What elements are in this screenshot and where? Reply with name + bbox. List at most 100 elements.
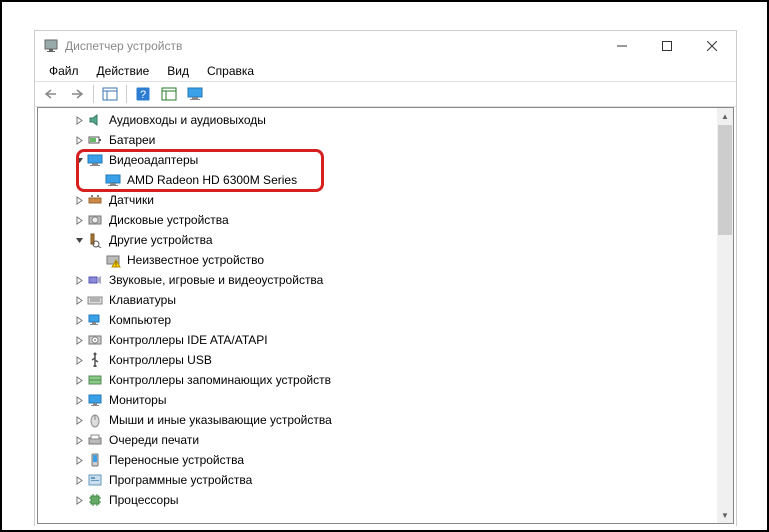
menu-view[interactable]: Вид (159, 62, 197, 80)
outer-frame: Диспетчер устройств Файл Действие Вид Сп… (0, 0, 769, 532)
tree-node[interactable]: AMD Radeon HD 6300M Series (38, 170, 717, 190)
tree-node[interactable]: Процессоры (38, 490, 717, 510)
forward-button[interactable] (65, 83, 89, 105)
maximize-button[interactable] (644, 32, 689, 60)
chevron-right-icon[interactable] (72, 113, 86, 127)
tree-node-label: Программные устройства (107, 473, 254, 487)
menu-help[interactable]: Справка (199, 62, 262, 80)
tree-node[interactable]: ! Неизвестное устройство (38, 250, 717, 270)
tree-node[interactable]: Клавиатуры (38, 290, 717, 310)
help-button[interactable]: ? (131, 83, 155, 105)
scroll-up-button[interactable]: ▲ (717, 108, 733, 124)
usb-icon (87, 352, 103, 368)
media-icon (87, 272, 103, 288)
tree-node[interactable]: Другие устройства (38, 230, 717, 250)
tree-node[interactable]: Очереди печати (38, 430, 717, 450)
tree-node-label: Процессоры (107, 493, 181, 507)
toolbar: ? (35, 81, 736, 107)
expander-placeholder (90, 173, 104, 187)
toolbar-separator (93, 85, 94, 103)
audio-icon (87, 112, 103, 128)
tree-node[interactable]: Контроллеры IDE ATA/ATAPI (38, 330, 717, 350)
expander-placeholder (90, 253, 104, 267)
tree-node-label: AMD Radeon HD 6300M Series (125, 173, 299, 187)
tree-node-label: Очереди печати (107, 433, 201, 447)
software-icon (87, 472, 103, 488)
tree-node-label: Клавиатуры (107, 293, 178, 307)
chevron-down-icon[interactable] (72, 233, 86, 247)
window: Диспетчер устройств Файл Действие Вид Сп… (34, 30, 737, 526)
tree-node[interactable]: Программные устройства (38, 470, 717, 490)
chevron-right-icon[interactable] (72, 453, 86, 467)
menu-file[interactable]: Файл (41, 62, 87, 80)
tree-node-label: Контроллеры USB (107, 353, 214, 367)
tree-node-label: Контроллеры запоминающих устройств (107, 373, 333, 387)
app-icon (43, 38, 59, 54)
tree-node[interactable]: Батареи (38, 130, 717, 150)
chevron-right-icon[interactable] (72, 313, 86, 327)
vertical-scrollbar[interactable]: ▲ ▼ (717, 108, 733, 523)
menubar: Файл Действие Вид Справка (35, 61, 736, 81)
minimize-button[interactable] (599, 32, 644, 60)
scan-button[interactable] (157, 83, 181, 105)
chevron-right-icon[interactable] (72, 353, 86, 367)
computer-icon (87, 312, 103, 328)
tree-node[interactable]: Датчики (38, 190, 717, 210)
tree-node[interactable]: Компьютер (38, 310, 717, 330)
window-controls (599, 31, 734, 61)
chevron-right-icon[interactable] (72, 393, 86, 407)
warn-icon: ! (105, 252, 121, 268)
chevron-right-icon[interactable] (72, 473, 86, 487)
chevron-right-icon[interactable] (72, 273, 86, 287)
tree-node[interactable]: Видеоадаптеры (38, 150, 717, 170)
chevron-right-icon[interactable] (72, 493, 86, 507)
tree-node-label: Батареи (107, 133, 157, 147)
sensor-icon (87, 192, 103, 208)
tree-node-label: Звуковые, игровые и видеоустройства (107, 273, 325, 287)
chevron-right-icon[interactable] (72, 433, 86, 447)
tree-node-label: Датчики (107, 193, 156, 207)
portable-icon (87, 452, 103, 468)
monitor-button[interactable] (183, 83, 207, 105)
storage-icon (87, 372, 103, 388)
tree-node-label: Неизвестное устройство (125, 253, 266, 267)
mouse-icon (87, 412, 103, 428)
tree-node[interactable]: Мониторы (38, 390, 717, 410)
other-icon (87, 232, 103, 248)
tree-node[interactable]: Дисковые устройства (38, 210, 717, 230)
tree-node[interactable]: Звуковые, игровые и видеоустройства (38, 270, 717, 290)
chevron-right-icon[interactable] (72, 213, 86, 227)
chevron-right-icon[interactable] (72, 333, 86, 347)
keyboard-icon (87, 292, 103, 308)
tree-node-label: Компьютер (107, 313, 173, 327)
chevron-right-icon[interactable] (72, 133, 86, 147)
svg-text:!: ! (115, 262, 117, 269)
tree-node[interactable]: Мыши и иные указывающие устройства (38, 410, 717, 430)
display-icon (105, 172, 121, 188)
show-hidden-button[interactable] (98, 83, 122, 105)
chevron-right-icon[interactable] (72, 193, 86, 207)
tree-node[interactable]: Аудиовходы и аудиовыходы (38, 110, 717, 130)
back-button[interactable] (39, 83, 63, 105)
device-tree[interactable]: Аудиовходы и аудиовыходы Батареи Видеоадап… (38, 108, 717, 523)
chevron-right-icon[interactable] (72, 413, 86, 427)
display-icon (87, 152, 103, 168)
titlebar: Диспетчер устройств (35, 31, 736, 61)
chevron-right-icon[interactable] (72, 373, 86, 387)
tree-node-label: Мониторы (107, 393, 168, 407)
ide-icon (87, 332, 103, 348)
chevron-right-icon[interactable] (72, 293, 86, 307)
scroll-down-button[interactable]: ▼ (717, 507, 733, 523)
battery-icon (87, 132, 103, 148)
tree-node-label: Другие устройства (107, 233, 215, 247)
tree-node-label: Видеоадаптеры (107, 153, 200, 167)
close-button[interactable] (689, 32, 734, 60)
tree-node[interactable]: Контроллеры USB (38, 350, 717, 370)
chevron-down-icon[interactable] (72, 153, 86, 167)
menu-action[interactable]: Действие (89, 62, 158, 80)
svg-text:?: ? (140, 89, 146, 101)
scroll-thumb[interactable] (718, 125, 732, 235)
tree-node[interactable]: Контроллеры запоминающих устройств (38, 370, 717, 390)
tree-node[interactable]: Переносные устройства (38, 450, 717, 470)
tree-node-label: Аудиовходы и аудиовыходы (107, 113, 268, 127)
